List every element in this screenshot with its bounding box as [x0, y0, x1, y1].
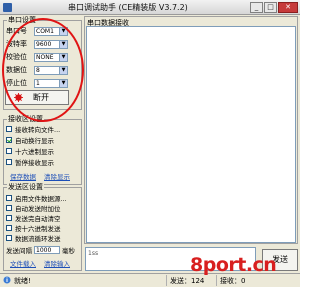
save-data-link[interactable]: 保存数据	[10, 171, 36, 181]
interval-label: 发送间隔	[6, 247, 32, 255]
checkbox[interactable]	[6, 234, 12, 241]
checkbox[interactable]	[6, 214, 12, 221]
receive-option-file[interactable]: 接收转向文件...	[6, 124, 61, 134]
status-text: 就绪!	[14, 277, 31, 285]
receive-option-autowrap[interactable]: 自动换行显示	[6, 135, 54, 145]
checkbox[interactable]	[6, 125, 12, 132]
checkbox[interactable]	[6, 158, 12, 165]
window-title: 串口调试助手 (CE精装版 V3.7.2)	[68, 3, 188, 12]
title-bar: 串口调试助手 (CE精装版 V3.7.2) _ □ ✕	[0, 0, 300, 15]
checkbox[interactable]	[6, 194, 12, 201]
minimize-icon[interactable]: _	[250, 2, 263, 13]
send-settings-title: 发送区设置	[7, 183, 44, 192]
receive-count: 接收：0	[220, 277, 246, 285]
app-window: 串口调试助手 (CE精装版 V3.7.2) _ □ ✕ 串口设置 串口号 COM…	[0, 0, 300, 287]
send-option-label: 发送完自动清空	[15, 214, 61, 223]
receive-option-label: 接收转向文件...	[15, 125, 61, 134]
clear-display-link[interactable]: 清除显示	[44, 171, 70, 181]
checkbox[interactable]	[6, 147, 12, 154]
interval-unit: 毫秒	[62, 247, 75, 255]
receive-option-label: 十六进制显示	[15, 147, 54, 156]
annotation-ellipse	[2, 18, 84, 122]
receive-option-label: 暂停接收显示	[15, 158, 54, 167]
send-count: 发送：124	[170, 277, 205, 285]
receive-option-hex[interactable]: 十六进制显示	[6, 146, 54, 156]
status-separator	[216, 275, 217, 286]
send-option-append[interactable]: 自动发送附加位	[6, 203, 61, 213]
info-icon	[3, 276, 11, 284]
checkbox[interactable]	[6, 204, 12, 211]
clear-input-link[interactable]: 清除输入	[44, 258, 70, 268]
maximize-icon[interactable]: □	[264, 2, 277, 13]
send-content: 1ss	[88, 250, 99, 257]
window-controls: _ □ ✕	[250, 2, 298, 13]
send-option-hex[interactable]: 按十六进制发送	[6, 223, 61, 233]
status-separator	[166, 275, 167, 286]
file-load-link[interactable]: 文件载入	[10, 258, 36, 268]
checkbox[interactable]	[6, 136, 12, 143]
receive-option-label: 自动换行显示	[15, 136, 54, 145]
send-option-label: 自动发送附加位	[15, 204, 61, 213]
receive-panel: 串口数据接收	[84, 16, 298, 244]
receive-option-pause[interactable]: 暂停接收显示	[6, 157, 54, 167]
close-icon[interactable]: ✕	[278, 2, 298, 13]
send-option-file[interactable]: 启用文件数据源...	[6, 193, 67, 203]
send-option-loop[interactable]: 数据流循环发送	[6, 233, 61, 243]
receive-textarea[interactable]	[86, 26, 296, 243]
watermark: 8port.cn	[190, 254, 277, 276]
interval-input[interactable]: 1000	[34, 246, 60, 254]
send-option-label: 数据流循环发送	[15, 234, 61, 243]
send-interval-row: 发送间隔 1000 毫秒	[6, 245, 75, 255]
send-option-autoclear[interactable]: 发送完自动清空	[6, 213, 61, 223]
send-option-label: 启用文件数据源...	[15, 194, 67, 203]
app-icon	[3, 3, 12, 12]
checkbox[interactable]	[6, 224, 12, 231]
send-option-label: 按十六进制发送	[15, 224, 61, 233]
